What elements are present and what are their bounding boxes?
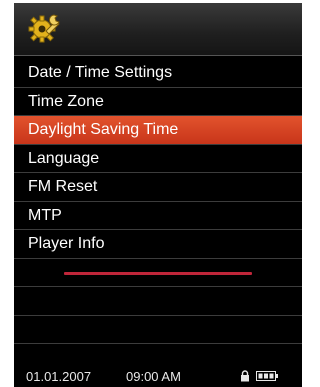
status-bar: 01.01.2007 09:00 AM bbox=[14, 365, 302, 387]
status-date: 01.01.2007 bbox=[26, 369, 92, 384]
menu-item-daylight-saving-time[interactable]: Daylight Saving Time bbox=[14, 116, 302, 145]
menu-item-time-zone[interactable]: Time Zone bbox=[14, 88, 302, 116]
scroll-indicator bbox=[64, 271, 252, 275]
menu-item-player-info[interactable]: Player Info bbox=[14, 230, 302, 259]
settings-header bbox=[14, 3, 302, 56]
player-screen: Date / Time Settings Time Zone Daylight … bbox=[14, 3, 302, 387]
indicator-row bbox=[14, 259, 302, 287]
settings-menu: Date / Time Settings Time Zone Daylight … bbox=[14, 59, 302, 373]
menu-item-language[interactable]: Language bbox=[14, 145, 302, 173]
empty-row bbox=[14, 316, 302, 344]
status-time: 09:00 AM bbox=[126, 369, 181, 384]
menu-item-date-time-settings[interactable]: Date / Time Settings bbox=[14, 59, 302, 88]
settings-icon bbox=[28, 14, 60, 43]
lock-icon bbox=[241, 370, 249, 382]
menu-item-mtp[interactable]: MTP bbox=[14, 202, 302, 230]
empty-row bbox=[14, 287, 302, 316]
menu-item-fm-reset[interactable]: FM Reset bbox=[14, 173, 302, 202]
battery-icon bbox=[256, 371, 278, 381]
